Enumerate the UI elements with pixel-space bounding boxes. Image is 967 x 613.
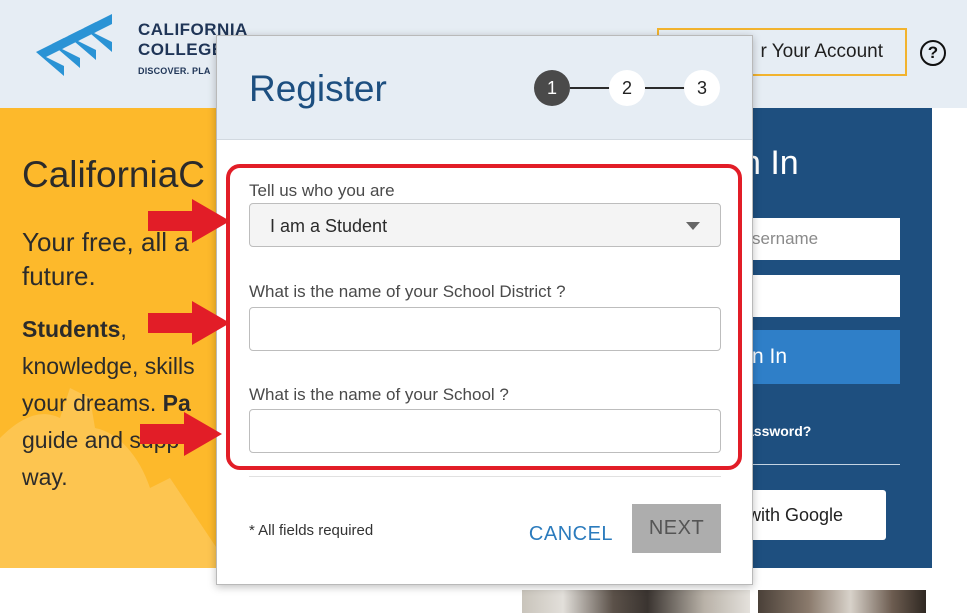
register-modal: Register 1 2 3 Tell us who you are I am …: [216, 35, 753, 585]
district-label: What is the name of your School District…: [249, 282, 566, 301]
username-input[interactable]: [752, 218, 900, 260]
role-label: Tell us who you are: [249, 181, 395, 200]
school-district-input[interactable]: [249, 307, 721, 351]
form-divider: [249, 476, 721, 477]
cancel-button[interactable]: CANCEL: [523, 516, 619, 552]
next-button[interactable]: NEXT: [632, 504, 721, 553]
signin-button[interactable]: n In: [752, 330, 900, 384]
modal-header: Register 1 2 3: [217, 36, 752, 140]
hero-body-students: Students: [22, 316, 121, 342]
bottom-photo-1: [522, 590, 750, 613]
right-strip: [932, 108, 967, 568]
hero-title: CaliforniaC: [22, 154, 206, 195]
hero-body: Students, knowledge, skills your dreams.…: [22, 311, 222, 496]
password-input[interactable]: [752, 275, 900, 317]
google-signin-button[interactable]: with Google: [752, 490, 886, 540]
hero-tagline: Your free, all a future.: [22, 227, 189, 291]
dropdown-caret-icon: [686, 222, 700, 230]
stepper-connector-1: [570, 87, 610, 89]
logo-chevrons-icon[interactable]: [34, 14, 124, 86]
modal-title: Register: [249, 68, 387, 109]
step-3-indicator: 3: [684, 70, 720, 106]
signin-title: n In: [752, 144, 799, 182]
role-select[interactable]: I am a Student: [249, 203, 721, 247]
signin-panel: n In n In assword? with Google: [752, 108, 932, 568]
step-1-indicator: 1: [534, 70, 570, 106]
step-2-indicator: 2: [609, 70, 645, 106]
stepper-connector-2: [645, 87, 685, 89]
hero-body-text-2: guide and supp way.: [22, 427, 180, 490]
school-name-input[interactable]: [249, 409, 721, 453]
hero-body-parents: Pa: [162, 390, 191, 416]
signin-divider: [752, 464, 900, 465]
forgot-password-link[interactable]: assword?: [752, 423, 811, 439]
role-select-value: I am a Student: [270, 216, 388, 236]
school-label: What is the name of your School ?: [249, 385, 509, 404]
bottom-photo-2: [758, 590, 926, 613]
help-icon[interactable]: ?: [920, 40, 946, 66]
required-fields-note: * All fields required: [249, 522, 374, 539]
